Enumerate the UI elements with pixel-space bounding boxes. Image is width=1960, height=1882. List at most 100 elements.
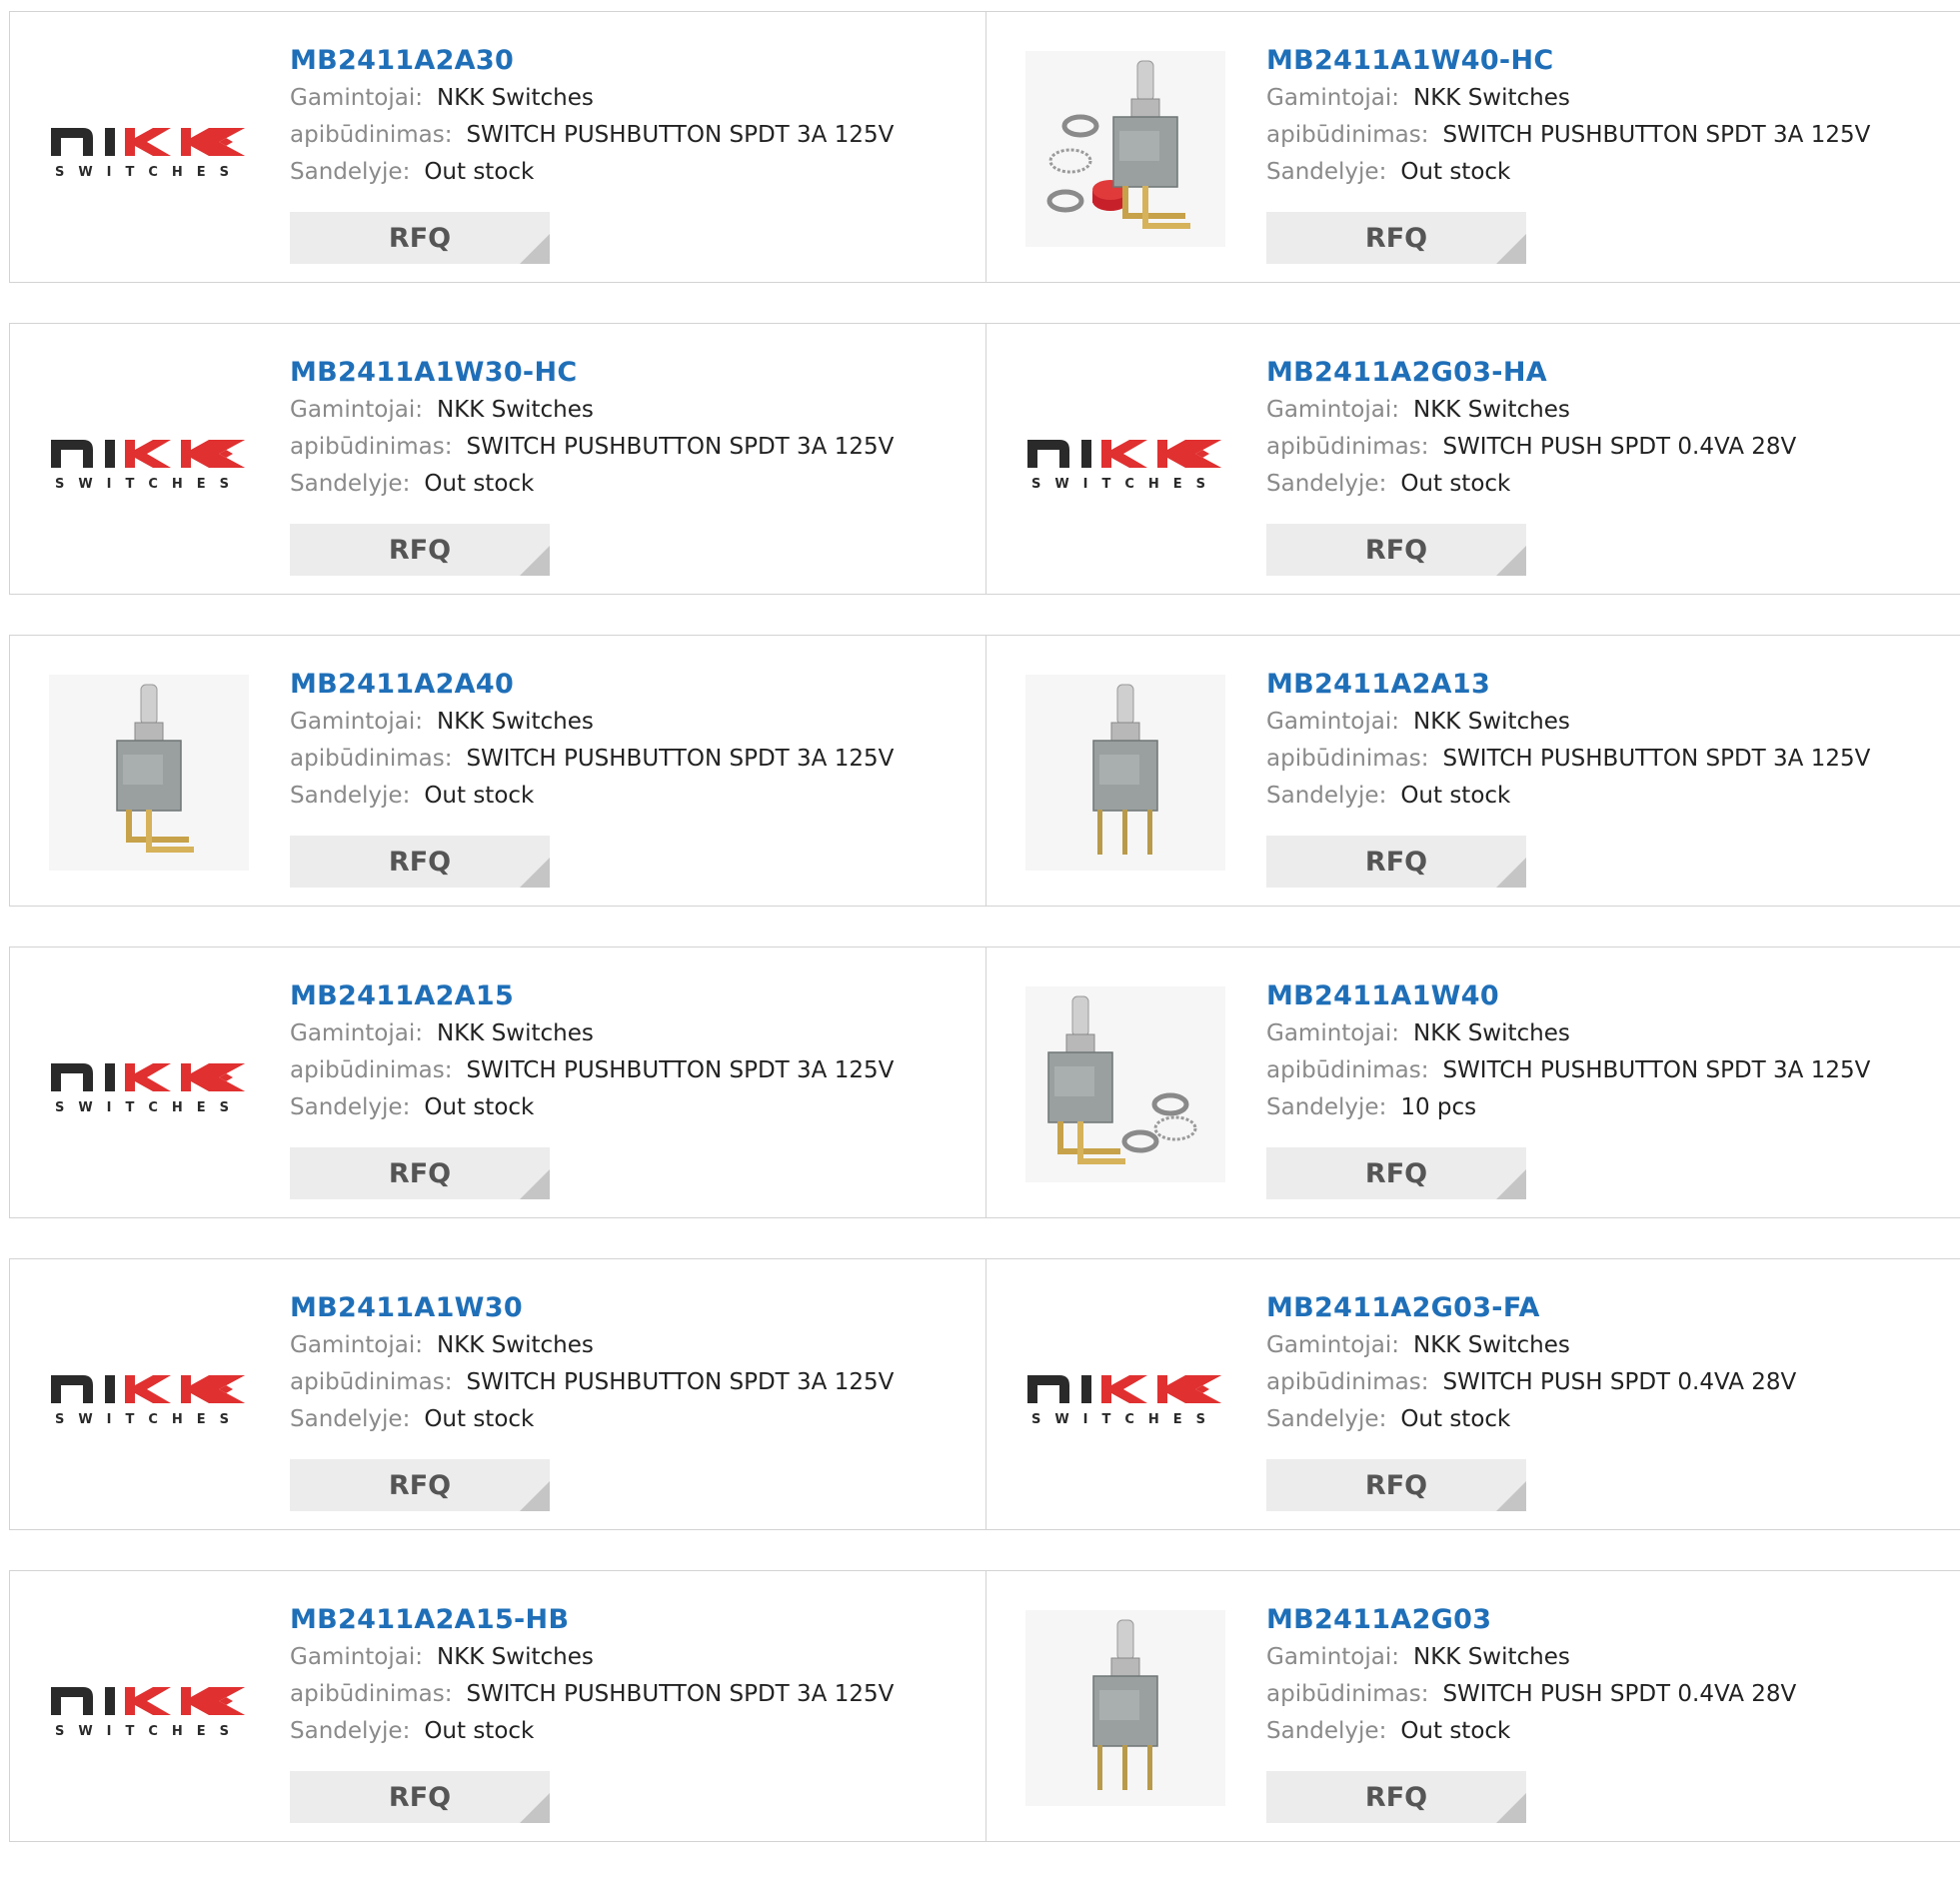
- part-number-link[interactable]: MB2411A1W30: [290, 1289, 894, 1327]
- stock-label: Sandelyje:: [290, 1718, 411, 1744]
- stock-label: Sandelyje:: [1266, 1406, 1387, 1432]
- manufacturer-value: NKK Switches: [1413, 1020, 1570, 1046]
- rfq-button[interactable]: RFQ: [1266, 836, 1526, 888]
- manufacturer-label: Gamintojai:: [1266, 1644, 1400, 1670]
- manufacturer-row: Gamintojai: NKK Switches: [1266, 392, 1796, 429]
- stock-label: Sandelyje:: [1266, 783, 1387, 809]
- product-info: MB2411A1W40-HC Gamintojai: NKK Switches a…: [1266, 42, 1870, 191]
- part-number-link[interactable]: MB2411A2A40: [290, 666, 894, 704]
- stock-label: Sandelyje:: [1266, 471, 1387, 497]
- nkk-switches-logo: SWITCHES: [51, 440, 245, 492]
- rfq-button[interactable]: RFQ: [1266, 524, 1526, 576]
- description-label: apibūdinimas:: [1266, 1369, 1429, 1395]
- description-value: SWITCH PUSHBUTTON SPDT 3A 125V: [1442, 1057, 1871, 1083]
- manufacturer-row: Gamintojai: NKK Switches: [1266, 1327, 1796, 1364]
- rfq-button[interactable]: RFQ: [290, 1771, 550, 1823]
- rfq-button[interactable]: RFQ: [290, 1147, 550, 1199]
- description-value: SWITCH PUSHBUTTON SPDT 3A 125V: [466, 1369, 895, 1395]
- part-number-link[interactable]: MB2411A2A30: [290, 42, 894, 80]
- stock-value: Out stock: [424, 1094, 535, 1120]
- stock-value: Out stock: [424, 1718, 535, 1744]
- description-value: SWITCH PUSH SPDT 0.4VA 28V: [1442, 1681, 1797, 1707]
- product-info: MB2411A2G03-FA Gamintojai: NKK Switches a…: [1266, 1289, 1796, 1438]
- manufacturer-row: Gamintojai: NKK Switches: [1266, 1015, 1870, 1052]
- manufacturer-row: Gamintojai: NKK Switches: [290, 80, 894, 117]
- product-image[interactable]: SWITCHES: [49, 986, 249, 1182]
- stock-row: Sandelyje: Out stock: [290, 1401, 894, 1438]
- product-image[interactable]: SWITCHES: [49, 363, 249, 559]
- manufacturer-label: Gamintojai:: [1266, 1332, 1400, 1358]
- rfq-button[interactable]: RFQ: [1266, 1771, 1526, 1823]
- switch-product-photo: [1025, 1610, 1225, 1806]
- rfq-button[interactable]: RFQ: [1266, 1147, 1526, 1199]
- rfq-button[interactable]: RFQ: [1266, 212, 1526, 264]
- stock-row: Sandelyje: Out stock: [290, 1089, 894, 1126]
- product-image[interactable]: [1025, 675, 1225, 871]
- description-value: SWITCH PUSHBUTTON SPDT 3A 125V: [466, 1057, 895, 1083]
- manufacturer-label: Gamintojai:: [1266, 1020, 1400, 1046]
- description-label: apibūdinimas:: [1266, 746, 1429, 772]
- product-image[interactable]: [1025, 986, 1225, 1182]
- stock-label: Sandelyje:: [290, 783, 411, 809]
- description-row: apibūdinimas: SWITCH PUSHBUTTON SPDT 3A 1…: [290, 1364, 894, 1401]
- rfq-button[interactable]: RFQ: [290, 524, 550, 576]
- product-info: MB2411A2A40 Gamintojai: NKK Switches apib…: [290, 666, 894, 815]
- description-row: apibūdinimas: SWITCH PUSH SPDT 0.4VA 28V: [1266, 429, 1796, 466]
- product-card: SWITCHES MB2411A2A15-HB Gamintojai: NKK S…: [9, 1570, 986, 1842]
- part-number-link[interactable]: MB2411A2A13: [1266, 666, 1870, 704]
- description-label: apibūdinimas:: [290, 122, 453, 148]
- rfq-button[interactable]: RFQ: [290, 836, 550, 888]
- part-number-link[interactable]: MB2411A2G03-FA: [1266, 1289, 1796, 1327]
- stock-value: Out stock: [424, 159, 535, 185]
- stock-row: Sandelyje: 10 pcs: [1266, 1089, 1870, 1126]
- product-card: MB2411A2A40 Gamintojai: NKK Switches apib…: [9, 635, 986, 907]
- part-number-link[interactable]: MB2411A1W40: [1266, 977, 1870, 1015]
- svg-text:SWITCHES: SWITCHES: [1031, 477, 1219, 492]
- product-image[interactable]: [1025, 1610, 1225, 1806]
- manufacturer-value: NKK Switches: [437, 397, 594, 423]
- product-image[interactable]: [49, 675, 249, 871]
- part-number-link[interactable]: MB2411A2A15-HB: [290, 1601, 894, 1639]
- stock-label: Sandelyje:: [1266, 1718, 1387, 1744]
- product-image[interactable]: SWITCHES: [1025, 363, 1225, 559]
- description-value: SWITCH PUSH SPDT 0.4VA 28V: [1442, 434, 1797, 460]
- manufacturer-value: NKK Switches: [1413, 1644, 1570, 1670]
- description-value: SWITCH PUSHBUTTON SPDT 3A 125V: [466, 122, 895, 148]
- stock-value: Out stock: [1400, 159, 1511, 185]
- manufacturer-row: Gamintojai: NKK Switches: [1266, 1639, 1796, 1676]
- product-info: MB2411A2A13 Gamintojai: NKK Switches apib…: [1266, 666, 1870, 815]
- part-number-link[interactable]: MB2411A2G03-HA: [1266, 354, 1796, 392]
- stock-value: Out stock: [1400, 1406, 1511, 1432]
- product-image[interactable]: SWITCHES: [49, 51, 249, 247]
- manufacturer-value: NKK Switches: [437, 1644, 594, 1670]
- manufacturer-row: Gamintojai: NKK Switches: [290, 1639, 894, 1676]
- product-image[interactable]: [1025, 51, 1225, 247]
- manufacturer-row: Gamintojai: NKK Switches: [290, 1327, 894, 1364]
- nkk-switches-logo: SWITCHES: [1027, 1375, 1221, 1427]
- manufacturer-row: Gamintojai: NKK Switches: [1266, 704, 1870, 741]
- product-row: MB2411A2A40 Gamintojai: NKK Switches apib…: [9, 635, 1960, 907]
- rfq-button[interactable]: RFQ: [1266, 1459, 1526, 1511]
- product-image[interactable]: SWITCHES: [49, 1298, 249, 1494]
- part-number-link[interactable]: MB2411A2A15: [290, 977, 894, 1015]
- description-value: SWITCH PUSHBUTTON SPDT 3A 125V: [466, 746, 895, 772]
- rfq-button[interactable]: RFQ: [290, 1459, 550, 1511]
- product-row: SWITCHES MB2411A2A15 Gamintojai: NKK Swit…: [9, 946, 1960, 1218]
- stock-value: Out stock: [424, 1406, 535, 1432]
- manufacturer-label: Gamintojai:: [290, 1020, 424, 1046]
- product-card: MB2411A2A13 Gamintojai: NKK Switches apib…: [985, 635, 1960, 907]
- stock-label: Sandelyje:: [290, 1406, 411, 1432]
- stock-label: Sandelyje:: [1266, 1094, 1387, 1120]
- part-number-link[interactable]: MB2411A1W30-HC: [290, 354, 894, 392]
- rfq-button[interactable]: RFQ: [290, 212, 550, 264]
- part-number-link[interactable]: MB2411A1W40-HC: [1266, 42, 1870, 80]
- description-label: apibūdinimas:: [290, 1681, 453, 1707]
- description-row: apibūdinimas: SWITCH PUSHBUTTON SPDT 3A 1…: [290, 117, 894, 154]
- description-label: apibūdinimas:: [1266, 122, 1429, 148]
- product-image[interactable]: SWITCHES: [49, 1610, 249, 1806]
- product-row: SWITCHES MB2411A1W30-HC Gamintojai: NKK S…: [9, 323, 1960, 595]
- product-info: MB2411A2A15 Gamintojai: NKK Switches apib…: [290, 977, 894, 1126]
- part-number-link[interactable]: MB2411A2G03: [1266, 1601, 1796, 1639]
- product-image[interactable]: SWITCHES: [1025, 1298, 1225, 1494]
- manufacturer-value: NKK Switches: [1413, 85, 1570, 111]
